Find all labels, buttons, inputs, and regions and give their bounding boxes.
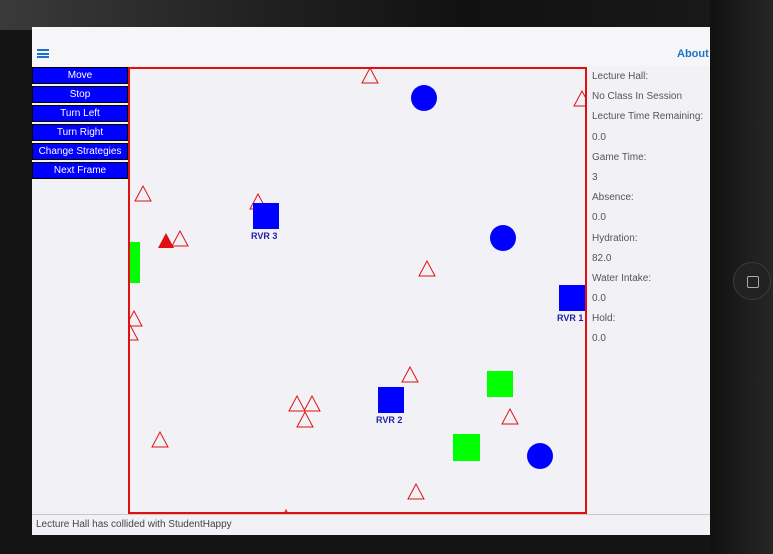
hamburger-menu-icon[interactable] <box>37 49 49 58</box>
app-screen: About Move Stop Turn Left Turn Right Cha… <box>32 27 710 535</box>
rover-rvr2 <box>378 387 404 413</box>
water-intake-label: Water Intake: <box>592 272 652 284</box>
hazard-triangle <box>288 394 306 412</box>
status-bar: Lecture Hall has collided with StudentHa… <box>32 514 710 535</box>
status-message: Lecture Hall has collided with StudentHa… <box>36 519 232 530</box>
lecture-time-remaining-value: 0.0 <box>592 131 606 143</box>
water-station <box>453 434 480 461</box>
hazard-triangle <box>418 259 436 277</box>
rover-label: RVR 2 <box>376 415 402 425</box>
hazard-triangle <box>573 89 585 107</box>
change-strategies-button[interactable]: Change Strategies <box>32 143 128 160</box>
home-button[interactable] <box>733 262 771 300</box>
lecture-hall-label: Lecture Hall: <box>592 71 649 82</box>
arena-canvas: RVR 3 RVR 1 RVR 2 <box>130 69 585 512</box>
hazard-triangle <box>303 394 321 412</box>
hazard-triangle <box>501 407 519 425</box>
absence-value: 0.0 <box>592 212 606 224</box>
water-station <box>487 371 513 397</box>
hold-value: 0.0 <box>592 333 606 345</box>
stop-button[interactable]: Stop <box>32 86 128 103</box>
hazard-triangle <box>130 323 139 341</box>
game-time-value: 3 <box>592 171 598 183</box>
student-circle <box>527 443 553 469</box>
hazard-triangle <box>130 309 143 327</box>
hazard-triangle <box>296 410 314 428</box>
hazard-triangle <box>134 184 152 202</box>
hazard-triangle <box>401 365 419 383</box>
water-intake-value: 0.0 <box>592 293 606 305</box>
absence-label: Absence: <box>592 192 634 204</box>
player-triangle <box>158 233 174 248</box>
hazard-triangle <box>151 430 169 448</box>
rover-label: RVR 1 <box>557 313 583 323</box>
turn-left-button[interactable]: Turn Left <box>32 105 128 122</box>
hazard-triangle <box>171 229 189 247</box>
lecture-time-remaining-label: Lecture Time Remaining: <box>592 111 704 123</box>
home-square-icon <box>747 276 759 288</box>
rover-label: RVR 3 <box>251 231 277 241</box>
student-circle <box>490 225 516 251</box>
next-frame-button[interactable]: Next Frame <box>32 162 128 179</box>
turn-right-button[interactable]: Turn Right <box>32 124 128 141</box>
app-bar: About <box>32 27 710 66</box>
game-time-label: Game Time: <box>592 151 647 163</box>
control-panel: Move Stop Turn Left Turn Right Change St… <box>32 67 128 181</box>
hazard-triangle <box>361 69 379 84</box>
hydration-value: 82.0 <box>592 252 612 264</box>
water-station <box>130 242 140 283</box>
rover-rvr3 <box>253 203 279 229</box>
device-bezel-top <box>0 0 773 30</box>
move-button[interactable]: Move <box>32 67 128 84</box>
student-circle <box>411 85 437 111</box>
hydration-label: Hydration: <box>592 232 638 244</box>
about-link[interactable]: About <box>677 48 709 60</box>
hazard-triangle <box>407 482 425 500</box>
hold-label: Hold: <box>592 313 616 325</box>
game-arena[interactable]: RVR 3 RVR 1 RVR 2 <box>128 67 587 514</box>
rover-rvr1 <box>559 285 585 311</box>
lecture-hall-value: No Class In Session <box>592 91 683 103</box>
info-panel: Lecture Hall: No Class In Session Lectur… <box>592 71 710 354</box>
